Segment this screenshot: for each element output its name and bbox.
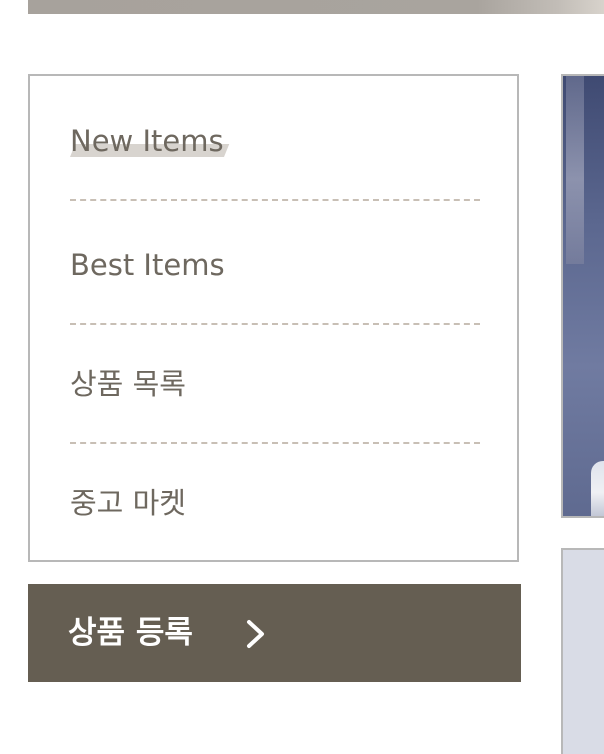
menu-divider: [70, 323, 480, 325]
featured-product-image[interactable]: [561, 74, 604, 518]
register-product-label: 상품 등록: [68, 615, 193, 651]
chevron-right-icon: [247, 620, 264, 648]
photo-object: [591, 461, 604, 516]
menu-item-label: 상품 목록: [70, 367, 186, 401]
menu-item-label: Best Items: [70, 248, 225, 282]
product-menu-page: New Items Best Items 상품 목록 중고 마켓 상품 등록: [0, 0, 604, 754]
menu-divider: [70, 442, 480, 444]
secondary-product-image[interactable]: [561, 548, 604, 754]
photo-highlight: [566, 76, 584, 264]
top-banner-image: [28, 0, 604, 14]
category-menu: New Items Best Items 상품 목록 중고 마켓: [28, 74, 519, 562]
menu-item-new-items[interactable]: New Items: [70, 121, 480, 161]
register-product-button[interactable]: 상품 등록: [28, 584, 521, 682]
menu-item-label: 중고 마켓: [70, 486, 186, 520]
menu-item-label: New Items: [70, 124, 224, 158]
menu-item-product-list[interactable]: 상품 목록: [70, 364, 480, 404]
menu-item-best-items[interactable]: Best Items: [70, 245, 480, 285]
menu-item-used-market[interactable]: 중고 마켓: [70, 483, 480, 523]
menu-divider: [70, 199, 480, 201]
